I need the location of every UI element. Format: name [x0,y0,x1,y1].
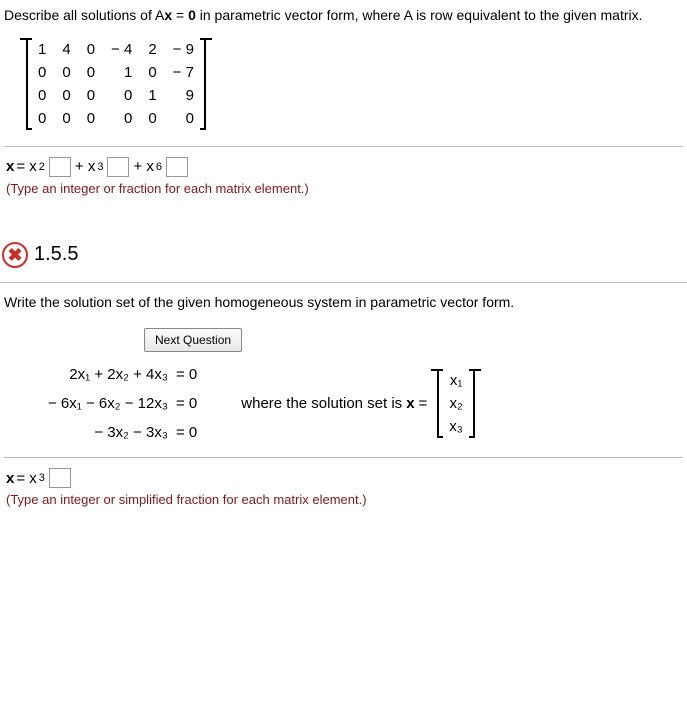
answer-input-x2[interactable] [49,157,71,177]
q1-answer-line: x = x2 + x3 + x6 [4,157,683,177]
equations: 2x₁ + 2x₂ + 4x₃ = 0 − 6x₁ − 6x₂ − 12x₃ =… [44,360,201,447]
answer-input-x3[interactable] [49,468,71,488]
bracket-right-icon [471,369,481,438]
answer-input-x3[interactable] [107,157,129,177]
q1-instructions: (Type an integer or fraction for each ma… [4,181,683,196]
vector-body: x₁ x₂ x₃ [441,369,471,438]
matrix-row: 0 0 0 0 0 0 [30,107,202,130]
vector-cell: x₃ [441,415,471,438]
bracket-left-icon [20,38,30,130]
bracket-right-icon [202,38,212,130]
x-glyph: ✖ [7,246,22,264]
matrix-cell: 0 [79,38,103,61]
eq-left: − 6x₁ − 6x₂ − 12x₃ [44,389,172,418]
question-2: Write the solution set of the given homo… [0,282,687,514]
q2-prompt: Write the solution set of the given homo… [4,293,683,313]
sub-2: 2 [39,161,45,173]
sub-6: 6 [156,161,162,173]
matrix-cell: − 4 [103,38,140,61]
separator [4,457,683,458]
matrix-cell: 0 [30,107,54,130]
matrix-cell: 1 [103,61,140,84]
where-x: x [406,395,414,412]
where-eq: = [419,395,428,412]
matrix-row: 0 0 0 1 0 − 7 [30,61,202,84]
equation-row: − 6x₁ − 6x₂ − 12x₃ = 0 [44,389,201,418]
vector-row: x₁ [441,369,471,392]
matrix-cell: 0 [79,107,103,130]
next-question-button[interactable]: Next Question [144,328,242,352]
equation-row: 2x₁ + 2x₂ + 4x₃ = 0 [44,360,201,389]
eq-left: − 3x₂ − 3x₃ [44,418,172,447]
matrix-cell: 2 [140,38,164,61]
solution-vector: x₁ x₂ x₃ [431,369,481,438]
solution-set: where the solution set is x = x₁ x₂ x₃ [241,369,481,438]
question-1: Describe all solutions of Ax = 0 in para… [0,0,687,202]
answer-x: x [6,158,14,175]
matrix-cell: 4 [54,38,78,61]
matrix-cell: 9 [165,84,202,107]
sub-3: 3 [97,161,103,173]
vector-row: x₂ [441,392,471,415]
eq-right: = 0 [172,389,201,418]
question-header: ✖ 1.5.5 [0,242,687,268]
q1-eq-sign: = [172,7,188,23]
matrix-row: 0 0 0 0 1 9 [30,84,202,107]
vector-cell: x₁ [441,369,471,392]
matrix-body: 1 4 0 − 4 2 − 9 0 0 0 1 0 − 7 0 0 0 0 1 [30,38,202,130]
bracket-left-icon [431,369,441,438]
q1-prompt: Describe all solutions of Ax = 0 in para… [4,6,683,26]
q2-instructions: (Type an integer or simplified fraction … [4,492,683,507]
matrix-cell: 0 [54,107,78,130]
answer-eq: = x [16,470,36,487]
plus-x3: + x [75,158,95,175]
q1-bold-0: 0 [188,7,196,23]
eq-right: = 0 [172,418,201,447]
matrix-cell: 1 [30,38,54,61]
matrix-cell: 0 [140,107,164,130]
matrix-cell: 0 [30,84,54,107]
matrix-row: 1 4 0 − 4 2 − 9 [30,38,202,61]
matrix-cell: 1 [140,84,164,107]
answer-eq: = x [16,158,36,175]
equation-block: 2x₁ + 2x₂ + 4x₃ = 0 − 6x₁ − 6x₂ − 12x₃ =… [4,360,683,447]
eq-right: = 0 [172,360,201,389]
eq-left: 2x₁ + 2x₂ + 4x₃ [44,360,172,389]
sub-3: 3 [39,472,45,484]
separator [4,146,683,147]
matrix-cell: 0 [103,84,140,107]
where-text: where the solution set is [241,395,402,412]
matrix-cell: 0 [165,107,202,130]
matrix-cell: − 7 [165,61,202,84]
vector-row: x₃ [441,415,471,438]
matrix-cell: 0 [79,84,103,107]
matrix-cell: 0 [54,84,78,107]
q2-answer-line: x = x3 [4,468,683,488]
equation-row: − 3x₂ − 3x₃ = 0 [44,418,201,447]
matrix-cell: 0 [140,61,164,84]
answer-x: x [6,470,14,487]
matrix-cell: 0 [54,61,78,84]
matrix-cell: 0 [30,61,54,84]
matrix-cell: − 9 [165,38,202,61]
plus-x6: + x [133,158,153,175]
incorrect-icon: ✖ [2,242,28,268]
matrix-cell: 0 [79,61,103,84]
matrix-cell: 0 [103,107,140,130]
q1-bold-x: x [164,7,172,23]
answer-input-x6[interactable] [166,157,188,177]
question-number: 1.5.5 [34,243,78,266]
q1-prompt-pre: Describe all solutions of A [4,7,164,23]
vector-cell: x₂ [441,392,471,415]
q1-prompt-post: in parametric vector form, where A is ro… [196,7,643,23]
q1-matrix: 1 4 0 − 4 2 − 9 0 0 0 1 0 − 7 0 0 0 0 1 [20,38,212,130]
